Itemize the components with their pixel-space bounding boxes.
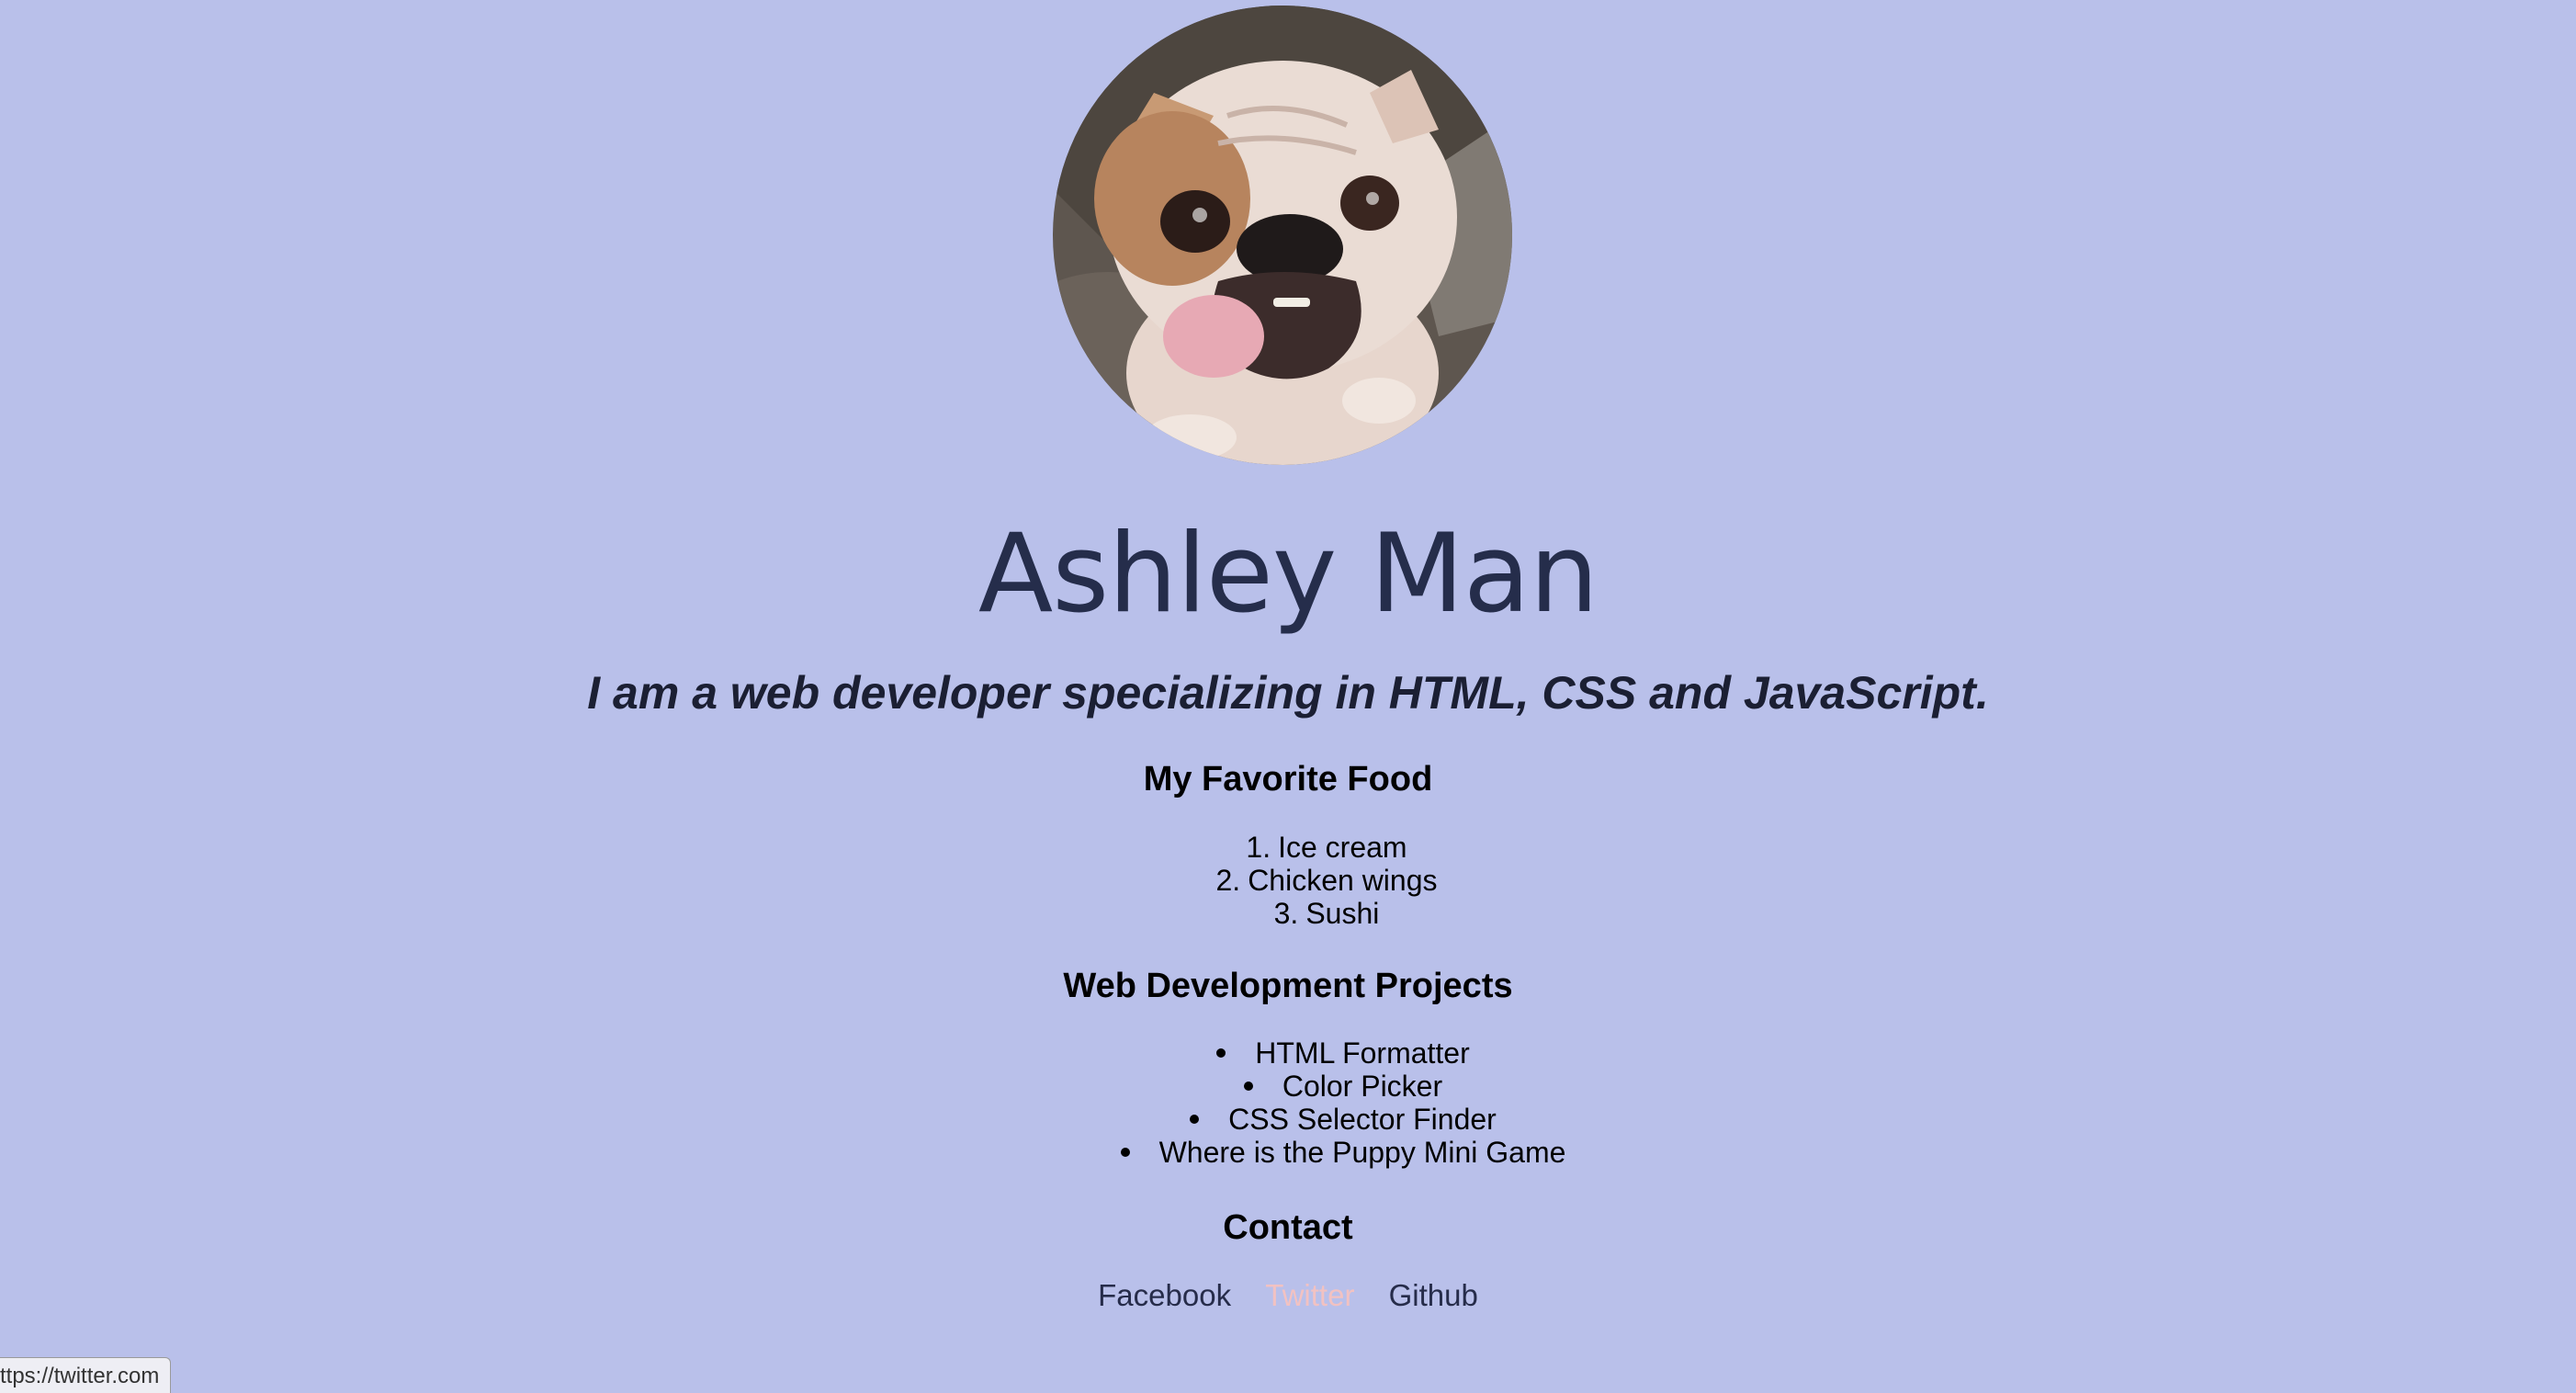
list-number: 1. — [1246, 831, 1271, 864]
contact-heading: Contact — [1223, 1208, 1353, 1247]
list-number: 2. — [1215, 864, 1241, 897]
list-item: CSS Selector Finder — [55, 1103, 2576, 1136]
bullet-icon — [1190, 1114, 1200, 1124]
favorite-food-heading: My Favorite Food — [1143, 760, 1433, 798]
list-item: 2. Chicken wings — [39, 864, 2576, 897]
projects-list: HTML Formatter Color Picker CSS Selector… — [0, 1036, 2576, 1169]
list-item: 3. Sushi — [39, 897, 2576, 930]
list-item: HTML Formatter — [55, 1036, 2576, 1070]
facebook-link[interactable]: Facebook — [1098, 1278, 1231, 1312]
contact-links: Facebook Twitter Github — [0, 1277, 2576, 1314]
list-item-label: HTML Formatter — [1255, 1036, 1470, 1070]
list-item: Color Picker — [55, 1070, 2576, 1103]
status-bar-url: ttps://twitter.com — [0, 1357, 172, 1393]
list-item: Where is the Puppy Mini Game — [55, 1136, 2576, 1169]
list-item: 1. Ice cream — [39, 831, 2576, 864]
list-item-label: Sushi — [1305, 897, 1380, 930]
favorite-food-list: 1. Ice cream 2. Chicken wings 3. Sushi — [0, 831, 2576, 930]
bullet-icon — [1216, 1048, 1226, 1058]
projects-heading: Web Development Projects — [1063, 967, 1513, 1005]
bulldog-image — [1053, 6, 1512, 465]
bullet-icon — [1243, 1081, 1253, 1091]
list-item-label: Chicken wings — [1248, 864, 1438, 897]
list-item-label: Ice cream — [1278, 831, 1407, 864]
tagline: I am a web developer specializing in HTM… — [587, 667, 1989, 719]
page: Ashley Man I am a web developer speciali… — [0, 0, 2576, 1393]
list-item-label: CSS Selector Finder — [1228, 1103, 1497, 1136]
list-number: 3. — [1273, 897, 1299, 930]
github-link[interactable]: Github — [1389, 1278, 1478, 1312]
list-item-label: Color Picker — [1282, 1070, 1443, 1103]
page-title: Ashley Man — [977, 511, 1599, 638]
twitter-link[interactable]: Twitter — [1265, 1278, 1354, 1312]
list-item-label: Where is the Puppy Mini Game — [1158, 1136, 1566, 1169]
bullet-icon — [1120, 1147, 1130, 1157]
profile-photo — [1053, 6, 1512, 465]
